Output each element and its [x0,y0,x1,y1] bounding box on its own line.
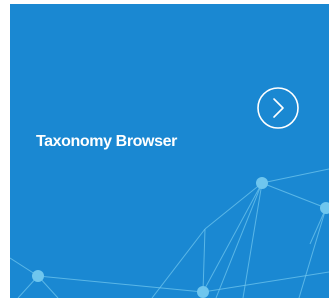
network-graph-decoration [10,168,329,298]
tile-title: Taxonomy Browser [36,133,177,150]
chevron-right-circle-icon[interactable] [256,86,300,130]
taxonomy-browser-tile[interactable]: Taxonomy Browser [10,4,329,298]
